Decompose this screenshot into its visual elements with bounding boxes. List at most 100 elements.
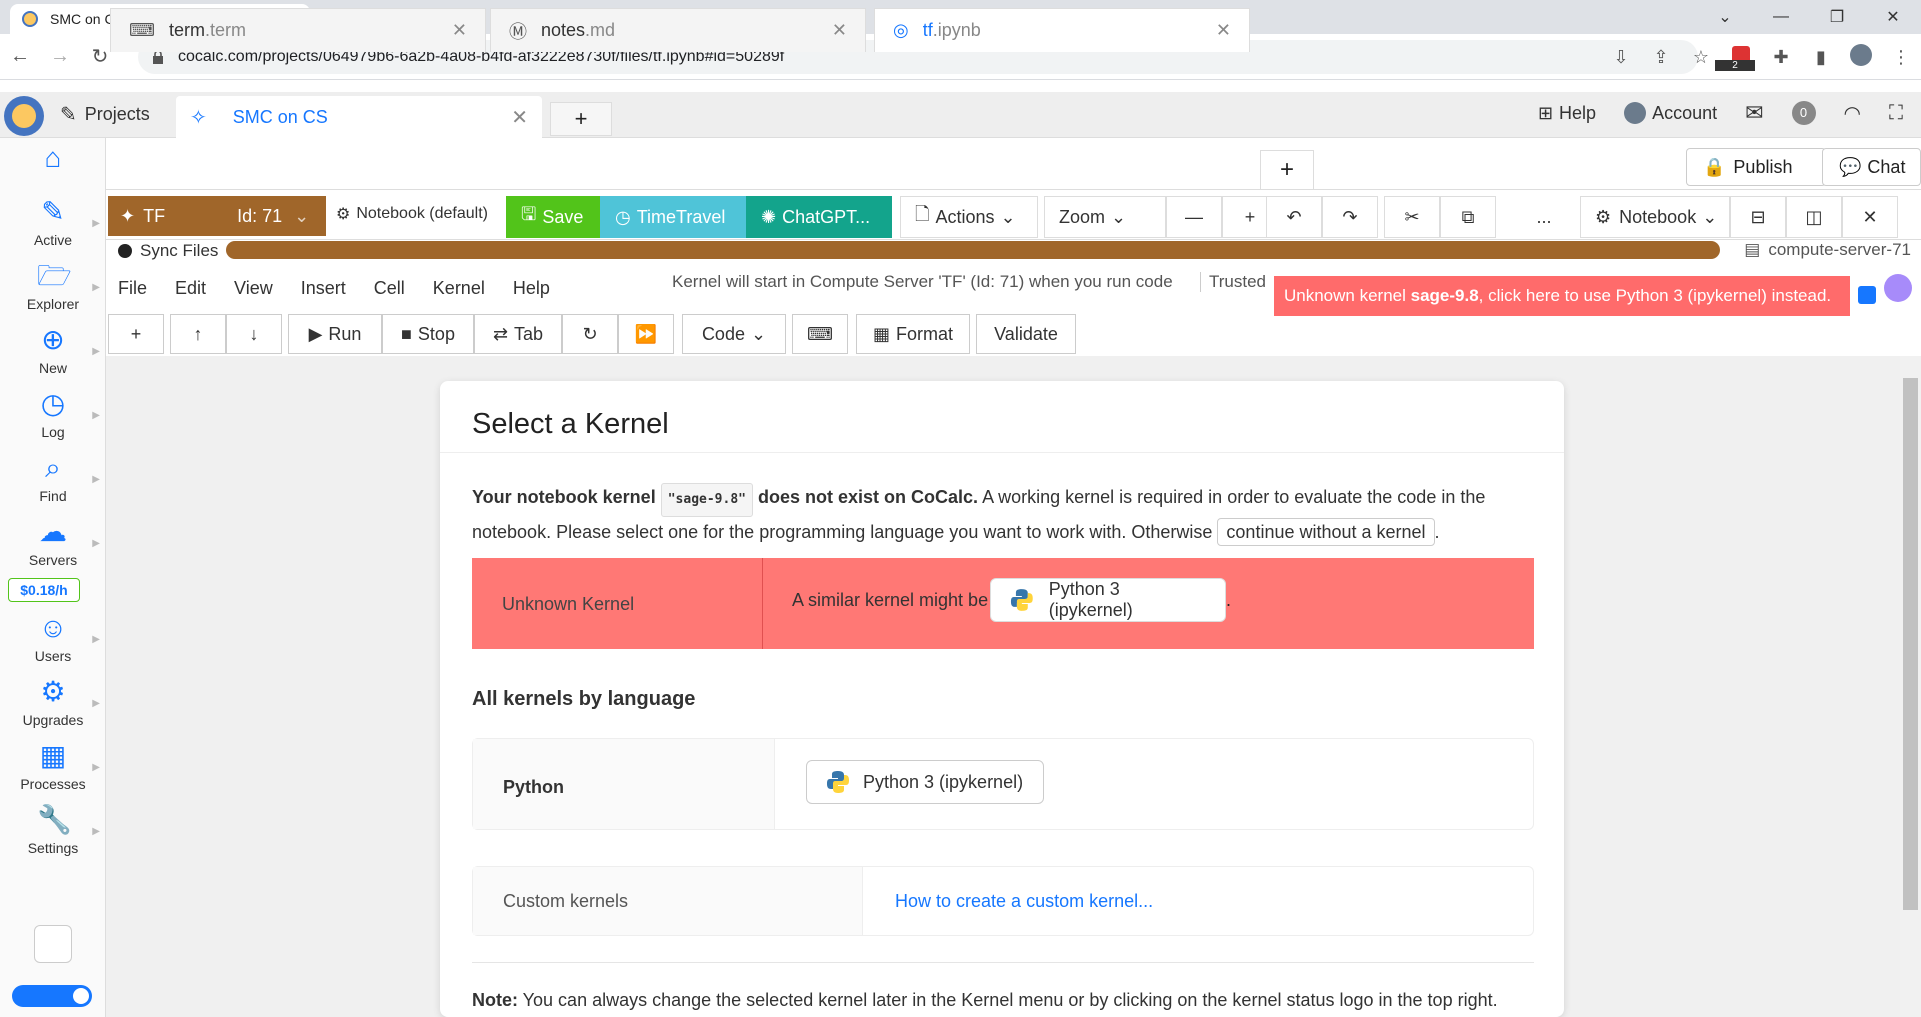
validate-button[interactable]: Validate [976,314,1076,354]
wifi-icon[interactable]: ◠ [1844,101,1861,126]
split-horizontal-button[interactable]: ⊟ [1730,196,1786,238]
format-button[interactable]: ▦ Format [856,314,970,354]
copy-button[interactable]: ⧉ [1440,196,1496,238]
scrollbar-thumb[interactable] [1903,378,1918,910]
profile-avatar[interactable] [1841,43,1881,71]
file-tab-name: tf [922,20,933,40]
menu-cell[interactable]: Cell [374,278,405,299]
sidebar-item-servers[interactable]: ☁ Servers ▶ [0,516,106,568]
sidebar-item-find[interactable]: ⌕ Find ▶ [0,452,106,504]
close-icon[interactable]: ✕ [1216,20,1231,41]
python-kernel-button[interactable]: Python 3 (ipykernel) [806,760,1044,804]
projects-button[interactable]: ✎ Projects [60,102,150,127]
kernel-logo-icon[interactable] [1884,274,1912,302]
back-icon[interactable]: ← [0,45,40,68]
close-icon[interactable]: ✕ [832,20,847,41]
run-all-button[interactable]: ⏩ [618,314,674,354]
publish-button[interactable]: 🔒 Publish [1686,148,1826,186]
add-file-tab-button[interactable]: + [1260,150,1314,190]
project-tab[interactable]: ✧ SMC on CS ✕ [176,96,542,138]
more-button[interactable]: ... [1516,196,1572,238]
menu-file[interactable]: File [118,278,147,299]
sidebar-item-home[interactable]: ⌂ [0,142,106,178]
run-label: Run [328,323,362,344]
sidebar-item-explorer[interactable]: 🗁 Explorer ▶ [0,260,106,312]
unknown-kernel-warning[interactable]: Unknown kernel sage-9.8 , click here to … [1274,276,1850,316]
stop-button[interactable]: ■ Stop [382,314,474,354]
layout-frame-button[interactable] [34,925,72,963]
sidebar-item-upgrades[interactable]: ⚙ Upgrades ▶ [0,676,106,728]
keyboard-icon: ⌨ [807,323,833,344]
chat-icon: 💬 [1839,156,1862,177]
restore-icon[interactable]: ❐ [1809,7,1865,27]
cut-button[interactable]: ✂ [1384,196,1440,238]
account-label: Account [1652,102,1718,123]
project-tab-label: SMC on CS [232,106,328,127]
minimize-icon[interactable]: — [1753,8,1809,26]
custom-kernels-label: Custom kernels [473,867,863,935]
menu-view[interactable]: View [234,278,273,299]
close-project-icon[interactable]: ✕ [511,105,528,130]
menu-insert[interactable]: Insert [301,278,346,299]
fullscreen-icon[interactable]: ⛶ [1889,102,1903,125]
cell-type-dropdown[interactable]: Code ⌄ [682,314,786,354]
file-tab-term[interactable]: ⌨ term.term ✕ [110,8,486,52]
actions-dropdown[interactable]: 🗋 Actions ⌄ [900,196,1038,238]
menu-edit[interactable]: Edit [175,278,206,299]
run-button[interactable]: ▶ Run [288,314,382,354]
menu-help[interactable]: Help [513,278,550,299]
undo-button[interactable]: ↶ [1266,196,1322,238]
menu-kernel[interactable]: Kernel [433,278,485,299]
notification-count[interactable]: 0 [1791,101,1816,125]
redo-button[interactable]: ↷ [1322,196,1378,238]
zoom-dropdown[interactable]: Zoom ⌄ [1044,196,1166,238]
tab-button[interactable]: ⇄ Tab [474,314,562,354]
close-icon[interactable]: ✕ [452,20,467,41]
forward-icon[interactable]: → [40,45,80,68]
restart-kernel-button[interactable]: ↻ [562,314,618,354]
file-tab-tf[interactable]: ◎ tf.ipynb ✕ [874,8,1250,52]
unknown-kernel-label: Unknown Kernel [502,594,635,614]
chat-button[interactable]: 💬 Chat [1822,148,1921,186]
sidebar-item-active[interactable]: ✎ Active ▶ [0,196,106,248]
cocalc-logo[interactable] [4,96,44,136]
zoom-out-button[interactable]: — [1166,196,1222,238]
suggested-kernel-button[interactable]: Python 3 (ipykernel) [990,578,1226,622]
messages-icon[interactable]: ✉ [1745,100,1763,126]
chatgpt-button[interactable]: ✺ ChatGPT... [746,196,892,238]
file-tab-notes[interactable]: Ⓜ notes.md ✕ [490,8,866,52]
install-icon[interactable]: ⇩ [1601,47,1641,68]
add-project-button[interactable]: + [550,102,612,136]
continue-without-kernel-button[interactable]: continue without a kernel [1217,518,1435,546]
sidebar-item-users[interactable]: ☺ Users ▶ [0,612,106,664]
split-vertical-button[interactable]: ◫ [1786,196,1842,238]
sidebar-item-processes[interactable]: ▦ Processes ▶ [0,740,106,792]
help-button[interactable]: ⊞ Help [1538,103,1596,124]
sync-files-label[interactable]: Sync Files [140,241,218,261]
keyboard-button[interactable]: ⌨ [792,314,848,354]
insert-cell-button[interactable]: + [108,314,164,354]
close-frame-button[interactable]: ✕ [1842,196,1898,238]
timetravel-button[interactable]: ◷ TimeTravel [600,196,746,238]
sidebar-toggle[interactable] [12,985,92,1007]
move-up-button[interactable]: ↑ [170,314,226,354]
notebook-view-dropdown[interactable]: ⚙ Notebook ⌄ [1580,196,1730,238]
kebab-menu-icon[interactable]: ⋮ [1881,47,1921,68]
minus-icon: — [1185,206,1203,227]
tab-search-icon[interactable]: ⌄ [1697,7,1753,27]
move-down-button[interactable]: ↓ [226,314,282,354]
compute-server-selector[interactable]: ✦ TF Id: 71 ⌄ [108,196,326,236]
share-icon[interactable]: ⇪ [1641,47,1681,68]
gear-icon: ⚙ [1595,206,1612,227]
custom-kernel-link[interactable]: How to create a custom kernel... [895,891,1153,912]
account-button[interactable]: Account [1624,102,1717,124]
sidebar-item-settings[interactable]: 🔧 Settings ▶ [0,804,106,856]
extension-badge-icon[interactable]: 2 [1715,45,1761,71]
window-close-icon[interactable]: ✕ [1865,7,1921,27]
sidebar-item-log[interactable]: ◷ Log ▶ [0,388,106,440]
puzzle-icon[interactable]: ✚ [1761,47,1801,68]
sidebar-item-new[interactable]: ⊕ New ▶ [0,324,106,376]
file-tab-name: term [168,20,205,40]
save-button[interactable]: 🖫 Save [506,196,600,238]
side-panel-icon[interactable]: ▮ [1801,47,1841,68]
